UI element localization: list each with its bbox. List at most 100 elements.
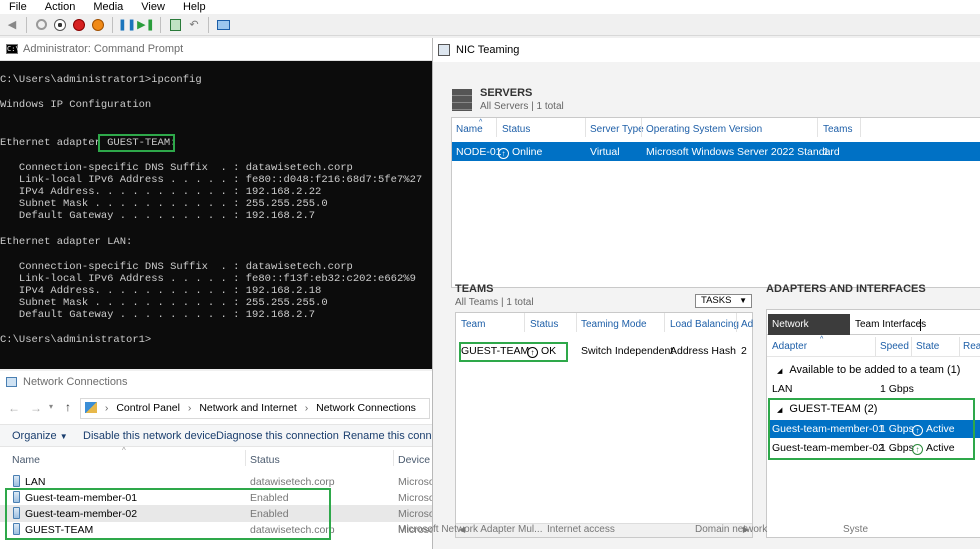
menu-file[interactable]: File xyxy=(0,0,36,14)
cmd-adapter2-line: Ethernet adapter LAN: xyxy=(0,236,133,248)
col-header-status[interactable]: Status xyxy=(250,454,280,466)
highlight-box xyxy=(5,488,331,540)
back-arrow-icon[interactable]: ← xyxy=(8,401,20,415)
tab-team-interfaces[interactable]: Team Interfaces xyxy=(853,314,926,335)
menu-bar: File Action Media View Help xyxy=(0,0,980,14)
tasks-label: TASKS xyxy=(701,295,732,306)
cmd-console[interactable]: C:\Users\administrator1>ipconfig Windows… xyxy=(0,61,432,369)
col-header-os-version[interactable]: Operating System Version xyxy=(646,124,762,135)
adapters-title: ADAPTERS AND INTERFACES xyxy=(766,283,926,295)
nic-main: SERVERS All Servers | 1 total Name ^ Sta… xyxy=(433,62,980,549)
list-item-lan[interactable]: LAN xyxy=(13,475,45,488)
adapter-lan-name[interactable]: LAN xyxy=(772,383,792,395)
checkpoint-icon[interactable] xyxy=(167,17,183,33)
cmd-title: Administrator: Command Prompt xyxy=(23,43,184,55)
nc-extra-access: Internet access xyxy=(547,524,615,535)
col-header-team[interactable]: Team xyxy=(461,319,485,330)
chevron-down-icon[interactable]: ▾ xyxy=(49,402,53,411)
col-header-adapters[interactable]: Ad xyxy=(741,319,753,330)
cmd-header-line: Windows IP Configuration xyxy=(0,99,152,111)
breadcrumb-separator: › xyxy=(104,402,109,414)
toolbar-separator xyxy=(208,16,209,33)
server-name: NODE-01 xyxy=(456,146,502,158)
disable-device-button[interactable]: Disable this network device xyxy=(83,430,216,442)
breadcrumb-network-internet[interactable]: Network and Internet xyxy=(199,402,296,414)
rename-button[interactable]: Rename this connecti xyxy=(343,430,432,442)
collapse-triangle-icon: ◢ xyxy=(777,368,783,375)
nc-device-full: Microsoft Network Adapter Mul... xyxy=(398,524,543,535)
text-cursor xyxy=(920,319,921,331)
team-mode: Switch Independent xyxy=(581,345,674,357)
nc-command-bar: Organize ▼ Disable this network device D… xyxy=(0,425,432,447)
shutdown-icon[interactable] xyxy=(71,17,87,33)
stop-icon[interactable] xyxy=(52,17,68,33)
sort-chevron-icon: ^ xyxy=(479,119,483,126)
cmd-a2-mask: Subnet Mask . . . . . . . . . . . : 255.… xyxy=(0,297,328,309)
col-header-teams[interactable]: Teams xyxy=(823,124,852,135)
menu-view[interactable]: View xyxy=(132,0,174,14)
column-divider xyxy=(959,337,960,356)
chevron-down-icon: ▼ xyxy=(739,296,747,305)
column-divider xyxy=(524,313,525,332)
tasks-button[interactable]: TASKS ▼ xyxy=(695,294,752,308)
tab-network-adapters[interactable]: Network Adapters xyxy=(768,314,850,351)
forward-arrow-icon[interactable]: → xyxy=(30,401,42,415)
cmd-a2-ipv4: IPv4 Address. . . . . . . . . . . : 192.… xyxy=(0,285,322,297)
menu-action[interactable]: Action xyxy=(36,0,85,14)
diagnose-button[interactable]: Diagnose this connection xyxy=(216,430,339,442)
nc-titlebar[interactable]: Network Connections xyxy=(0,371,432,393)
col-header-name[interactable]: Name xyxy=(12,454,40,466)
highlight-box xyxy=(459,342,568,362)
nc-address-bar: ← → ▾ ↑ › Control Panel › Network and In… xyxy=(0,393,432,425)
pause-icon[interactable]: ❚❚ xyxy=(118,17,136,33)
adapter-device: Microso xyxy=(398,508,435,520)
teams-title: TEAMS xyxy=(455,283,494,295)
cmd-a2-dns: Connection-specific DNS Suffix . : dataw… xyxy=(0,261,353,273)
adapter-status: datawisetech.corp xyxy=(250,476,335,488)
col-header-speed[interactable]: Speed xyxy=(880,341,909,352)
toolbar-separator xyxy=(112,16,113,33)
group-available[interactable]: ◢ Available to be added to a team (1) xyxy=(777,364,960,376)
server-teams: 1 xyxy=(823,146,829,158)
breadcrumb-separator: › xyxy=(304,402,309,414)
arrow-up-circle-icon: ↑ xyxy=(498,148,509,159)
address-path[interactable]: › Control Panel › Network and Internet ›… xyxy=(80,398,430,419)
adapter-name: LAN xyxy=(25,476,46,488)
column-divider xyxy=(585,118,586,137)
server-type: Virtual xyxy=(590,146,620,158)
col-header-reason[interactable]: Reas xyxy=(963,341,980,352)
col-header-load-balancing[interactable]: Load Balancing xyxy=(670,319,739,330)
highlight-box xyxy=(98,134,175,152)
column-divider xyxy=(664,313,665,332)
enhanced-session-icon[interactable] xyxy=(215,17,231,33)
server-status: ↑ Online xyxy=(498,146,542,159)
organize-button[interactable]: Organize ▼ xyxy=(12,430,68,442)
revert-icon[interactable]: ↶ xyxy=(186,17,202,33)
col-header-team-status[interactable]: Status xyxy=(530,319,558,330)
cmd-a1-mask: Subnet Mask . . . . . . . . . . . : 255.… xyxy=(0,198,328,210)
breadcrumb-network-connections[interactable]: Network Connections xyxy=(316,402,416,414)
col-header-server-status[interactable]: Status xyxy=(502,124,530,135)
col-header-adapter[interactable]: Adapter xyxy=(772,341,807,352)
adapter-lan-speed: 1 Gbps xyxy=(880,383,914,395)
cmd-a1-ipv6: Link-local IPv6 Address . . . . . : fe80… xyxy=(0,174,423,186)
col-header-server-type[interactable]: Server Type xyxy=(590,124,644,135)
cmd-titlebar[interactable]: C:\ Administrator: Command Prompt xyxy=(0,38,432,61)
column-divider xyxy=(736,313,737,332)
nic-teaming-window: NIC Teaming SERVERS All Servers | 1 tota… xyxy=(432,38,980,549)
nic-teaming-icon xyxy=(438,44,450,56)
back-icon[interactable]: ◀ xyxy=(4,17,20,33)
play-icon[interactable]: ▶❚ xyxy=(137,17,155,33)
group-available-label: Available to be added to a team (1) xyxy=(789,364,961,376)
up-arrow-icon[interactable]: ↑ xyxy=(65,400,71,414)
menu-help[interactable]: Help xyxy=(174,0,215,14)
col-header-state[interactable]: State xyxy=(916,341,939,352)
nic-titlebar[interactable]: NIC Teaming xyxy=(433,38,980,62)
nic-title: NIC Teaming xyxy=(456,44,520,56)
breadcrumb-control-panel[interactable]: Control Panel xyxy=(116,402,180,414)
power-icon[interactable] xyxy=(90,17,106,33)
ctrl-alt-del-icon[interactable] xyxy=(33,17,49,33)
adapters-panel: Network Adapters Team Interfaces Adapter… xyxy=(766,309,980,538)
menu-media[interactable]: Media xyxy=(84,0,132,14)
col-header-teaming-mode[interactable]: Teaming Mode xyxy=(581,319,647,330)
